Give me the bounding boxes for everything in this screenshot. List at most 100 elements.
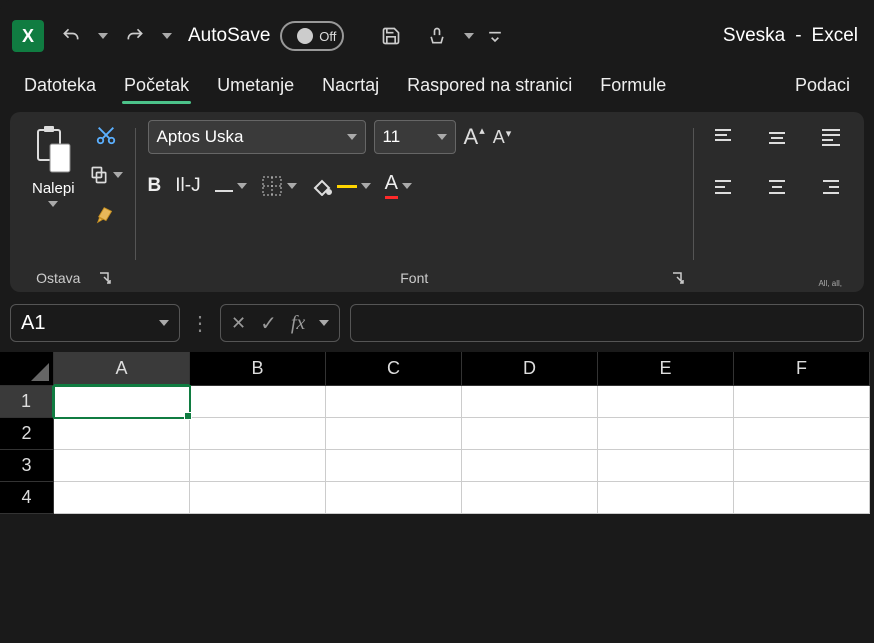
fx-caret-icon[interactable] xyxy=(319,320,329,326)
column-header-D[interactable]: D xyxy=(462,352,598,386)
tab-formule[interactable]: Formule xyxy=(586,67,680,106)
cell-E4[interactable] xyxy=(598,482,734,514)
paste-button[interactable]: Nalepi xyxy=(26,120,81,211)
column-header-E[interactable]: E xyxy=(598,352,734,386)
font-size-select[interactable]: 11 xyxy=(374,120,456,154)
tab-nacrtaj[interactable]: Nacrtaj xyxy=(308,67,393,106)
row-header-1[interactable]: 1 xyxy=(0,386,54,418)
formula-controls: ✕ ✓ fx xyxy=(220,304,340,342)
clipboard-group-label: Ostava xyxy=(36,270,80,286)
bold-button[interactable]: B xyxy=(148,175,162,197)
redo-button[interactable] xyxy=(116,20,154,52)
font-name-caret-icon xyxy=(347,134,357,140)
format-painter-button[interactable] xyxy=(89,200,123,230)
group-divider xyxy=(135,128,136,260)
cell-D4[interactable] xyxy=(462,482,598,514)
column-header-B[interactable]: B xyxy=(190,352,326,386)
ribbon: Nalepi Ostava xyxy=(10,112,864,292)
clipboard-launcher-icon[interactable] xyxy=(98,271,112,285)
undo-dropdown-icon[interactable] xyxy=(98,33,108,39)
cell-B2[interactable] xyxy=(190,418,326,450)
cell-E1[interactable] xyxy=(598,386,734,418)
touch-dropdown-icon[interactable] xyxy=(464,33,474,39)
align-left-button[interactable] xyxy=(706,170,740,204)
alignment-hint-label: All, all, xyxy=(706,279,848,288)
group-divider xyxy=(693,128,694,260)
cell-A3[interactable] xyxy=(54,450,190,482)
row-header-3[interactable]: 3 xyxy=(0,450,54,482)
cell-C3[interactable] xyxy=(326,450,462,482)
tab-datoteka[interactable]: Datoteka xyxy=(10,67,110,106)
tab-raspored[interactable]: Raspored na stranici xyxy=(393,67,586,106)
cell-A4[interactable] xyxy=(54,482,190,514)
cell-E2[interactable] xyxy=(598,418,734,450)
cell-F1[interactable] xyxy=(734,386,870,418)
borders-button[interactable] xyxy=(261,175,297,197)
align-middle-button[interactable] xyxy=(760,120,794,154)
cancel-formula-button[interactable]: ✕ xyxy=(231,313,246,334)
increase-font-button[interactable]: A▴ xyxy=(464,124,485,150)
cell-F4[interactable] xyxy=(734,482,870,514)
cell-F3[interactable] xyxy=(734,450,870,482)
cell-C4[interactable] xyxy=(326,482,462,514)
cut-button[interactable] xyxy=(89,120,123,150)
spreadsheet-grid: A B C D E F 1 2 3 4 xyxy=(0,352,874,514)
cell-C2[interactable] xyxy=(326,418,462,450)
column-header-C[interactable]: C xyxy=(326,352,462,386)
doc-name[interactable]: Sveska xyxy=(723,25,785,47)
font-size-value: 11 xyxy=(383,127,401,147)
align-center-button[interactable] xyxy=(760,170,794,204)
autosave-control: AutoSave Off xyxy=(188,21,344,51)
copy-button[interactable] xyxy=(89,160,123,190)
underline-button[interactable] xyxy=(215,180,247,192)
cell-A1[interactable] xyxy=(54,386,190,418)
undo-button[interactable] xyxy=(52,20,90,52)
fill-color-button[interactable] xyxy=(311,176,371,196)
font-name-value: Aptos Uska xyxy=(157,127,244,147)
italic-button[interactable]: Il-J xyxy=(175,175,200,197)
align-right-button[interactable] xyxy=(814,170,848,204)
column-header-A[interactable]: A xyxy=(54,352,190,386)
tab-podaci[interactable]: Podaci xyxy=(781,67,864,106)
cell-B4[interactable] xyxy=(190,482,326,514)
column-header-F[interactable]: F xyxy=(734,352,870,386)
name-box-caret-icon[interactable] xyxy=(159,320,169,326)
save-button[interactable] xyxy=(372,20,410,52)
formula-input[interactable] xyxy=(350,304,864,342)
qat-customize-button[interactable] xyxy=(482,20,508,52)
tab-pocetak[interactable]: Početak xyxy=(110,67,203,106)
font-group-label: Font xyxy=(400,270,428,286)
cell-D3[interactable] xyxy=(462,450,598,482)
excel-app-icon[interactable]: X xyxy=(12,20,44,52)
touch-mode-button[interactable] xyxy=(418,20,456,52)
cell-F2[interactable] xyxy=(734,418,870,450)
name-box-value: A1 xyxy=(21,312,45,335)
align-top-button[interactable] xyxy=(706,120,740,154)
insert-function-button[interactable]: fx xyxy=(291,312,305,335)
decrease-font-button[interactable]: A▾ xyxy=(493,127,512,148)
redo-dropdown-icon[interactable] xyxy=(162,33,172,39)
enter-formula-button[interactable]: ✓ xyxy=(260,311,277,336)
row-header-2[interactable]: 2 xyxy=(0,418,54,450)
autosave-state: Off xyxy=(319,29,336,44)
name-box[interactable]: A1 xyxy=(10,304,180,342)
cell-D1[interactable] xyxy=(462,386,598,418)
document-title: Sveska - Excel xyxy=(723,25,862,47)
cell-B1[interactable] xyxy=(190,386,326,418)
paste-dropdown-icon[interactable] xyxy=(48,201,58,207)
align-bottom-button[interactable] xyxy=(814,120,848,154)
font-name-select[interactable]: Aptos Uska xyxy=(148,120,366,154)
row-header-4[interactable]: 4 xyxy=(0,482,54,514)
font-size-caret-icon xyxy=(437,134,447,140)
cell-B3[interactable] xyxy=(190,450,326,482)
tab-umetanje[interactable]: Umetanje xyxy=(203,67,308,106)
autosave-toggle[interactable]: Off xyxy=(280,21,344,51)
cell-C1[interactable] xyxy=(326,386,462,418)
formula-bar-options-icon[interactable]: ⋮ xyxy=(190,311,210,336)
font-launcher-icon[interactable] xyxy=(671,271,685,285)
select-all-corner[interactable] xyxy=(0,352,54,386)
cell-E3[interactable] xyxy=(598,450,734,482)
font-color-button[interactable]: A xyxy=(385,172,412,199)
cell-D2[interactable] xyxy=(462,418,598,450)
cell-A2[interactable] xyxy=(54,418,190,450)
